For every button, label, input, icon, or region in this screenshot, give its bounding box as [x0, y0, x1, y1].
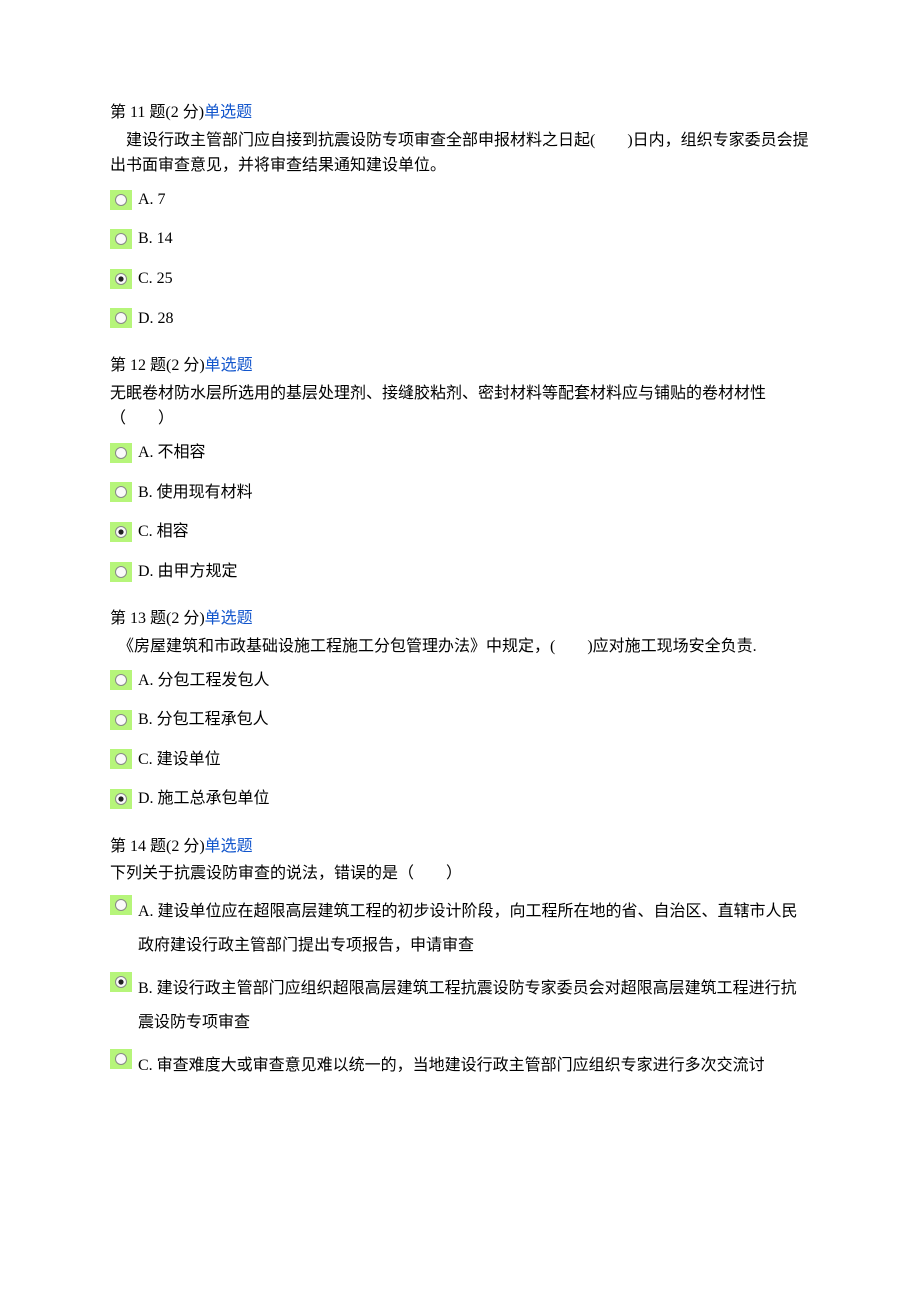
question-number: 第 13 题(2 分)	[110, 610, 205, 627]
radio-icon[interactable]	[110, 895, 132, 915]
option-label: D. 28	[138, 306, 174, 332]
option-c[interactable]: C. 25	[110, 266, 810, 292]
question-body: 无眠卷材防水层所选用的基层处理剂、接缝胶粘剂、密封材料等配套材料应与铺贴的卷材材…	[110, 381, 810, 432]
radio-icon[interactable]	[110, 443, 132, 463]
option-label: A. 不相容	[138, 440, 206, 466]
question-type-link[interactable]: 单选题	[204, 104, 252, 121]
question-type-link[interactable]: 单选题	[205, 838, 253, 855]
radio-icon[interactable]	[110, 710, 132, 730]
question-11: 第 11 题(2 分)单选题 建设行政主管部门应自接到抗震设防专项审查全部申报材…	[110, 100, 810, 331]
option-label: C. 审查难度大或审查意见难以统一的，当地建设行政主管部门应组织专家进行多次交流…	[138, 1049, 765, 1083]
option-label: B. 14	[138, 226, 173, 252]
option-b[interactable]: B. 14	[110, 226, 810, 252]
question-body: 《房屋建筑和市政基础设施工程施工分包管理办法》中规定，( )应对施工现场安全负责…	[110, 634, 810, 660]
radio-icon[interactable]	[110, 670, 132, 690]
radio-icon[interactable]	[110, 1049, 132, 1069]
question-header: 第 12 题(2 分)单选题	[110, 353, 810, 379]
radio-icon[interactable]	[110, 482, 132, 502]
radio-icon[interactable]	[110, 522, 132, 542]
option-d[interactable]: D. 由甲方规定	[110, 559, 810, 585]
option-c[interactable]: C. 审查难度大或审查意见难以统一的，当地建设行政主管部门应组织专家进行多次交流…	[110, 1049, 810, 1083]
option-label: A. 7	[138, 187, 166, 213]
radio-icon[interactable]	[110, 308, 132, 328]
radio-icon[interactable]	[110, 229, 132, 249]
option-b[interactable]: B. 使用现有材料	[110, 480, 810, 506]
question-body: 下列关于抗震设防审查的说法，错误的是（ ）	[110, 861, 810, 887]
question-header: 第 13 题(2 分)单选题	[110, 606, 810, 632]
option-label: A. 建设单位应在超限高层建筑工程的初步设计阶段，向工程所在地的省、自治区、直辖…	[138, 895, 810, 962]
question-number: 第 14 题(2 分)	[110, 838, 205, 855]
question-12: 第 12 题(2 分)单选题 无眠卷材防水层所选用的基层处理剂、接缝胶粘剂、密封…	[110, 353, 810, 584]
question-13: 第 13 题(2 分)单选题 《房屋建筑和市政基础设施工程施工分包管理办法》中规…	[110, 606, 810, 812]
option-c[interactable]: C. 相容	[110, 519, 810, 545]
option-a[interactable]: A. 建设单位应在超限高层建筑工程的初步设计阶段，向工程所在地的省、自治区、直辖…	[110, 895, 810, 962]
option-d[interactable]: D. 施工总承包单位	[110, 786, 810, 812]
option-label: B. 建设行政主管部门应组织超限高层建筑工程抗震设防专家委员会对超限高层建筑工程…	[138, 972, 810, 1039]
option-a[interactable]: A. 不相容	[110, 440, 810, 466]
option-label: D. 由甲方规定	[138, 559, 238, 585]
radio-icon[interactable]	[110, 269, 132, 289]
radio-icon[interactable]	[110, 789, 132, 809]
radio-icon[interactable]	[110, 190, 132, 210]
option-d[interactable]: D. 28	[110, 306, 810, 332]
option-b[interactable]: B. 分包工程承包人	[110, 707, 810, 733]
radio-icon[interactable]	[110, 562, 132, 582]
question-number: 第 12 题(2 分)	[110, 357, 205, 374]
option-label: B. 分包工程承包人	[138, 707, 269, 733]
option-label: C. 相容	[138, 519, 189, 545]
option-label: C. 建设单位	[138, 747, 221, 773]
option-label: C. 25	[138, 266, 173, 292]
option-b[interactable]: B. 建设行政主管部门应组织超限高层建筑工程抗震设防专家委员会对超限高层建筑工程…	[110, 972, 810, 1039]
radio-icon[interactable]	[110, 972, 132, 992]
option-a[interactable]: A. 7	[110, 187, 810, 213]
question-number: 第 11 题(2 分)	[110, 104, 204, 121]
option-label: B. 使用现有材料	[138, 480, 253, 506]
question-type-link[interactable]: 单选题	[205, 357, 253, 374]
option-label: D. 施工总承包单位	[138, 786, 270, 812]
option-c[interactable]: C. 建设单位	[110, 747, 810, 773]
option-a[interactable]: A. 分包工程发包人	[110, 668, 810, 694]
question-type-link[interactable]: 单选题	[205, 610, 253, 627]
question-header: 第 14 题(2 分)单选题	[110, 834, 810, 860]
option-label: A. 分包工程发包人	[138, 668, 270, 694]
radio-icon[interactable]	[110, 749, 132, 769]
question-header: 第 11 题(2 分)单选题	[110, 100, 810, 126]
question-body: 建设行政主管部门应自接到抗震设防专项审查全部申报材料之日起( )日内，组织专家委…	[110, 128, 810, 179]
question-14: 第 14 题(2 分)单选题 下列关于抗震设防审查的说法，错误的是（ ） A. …	[110, 834, 810, 1083]
